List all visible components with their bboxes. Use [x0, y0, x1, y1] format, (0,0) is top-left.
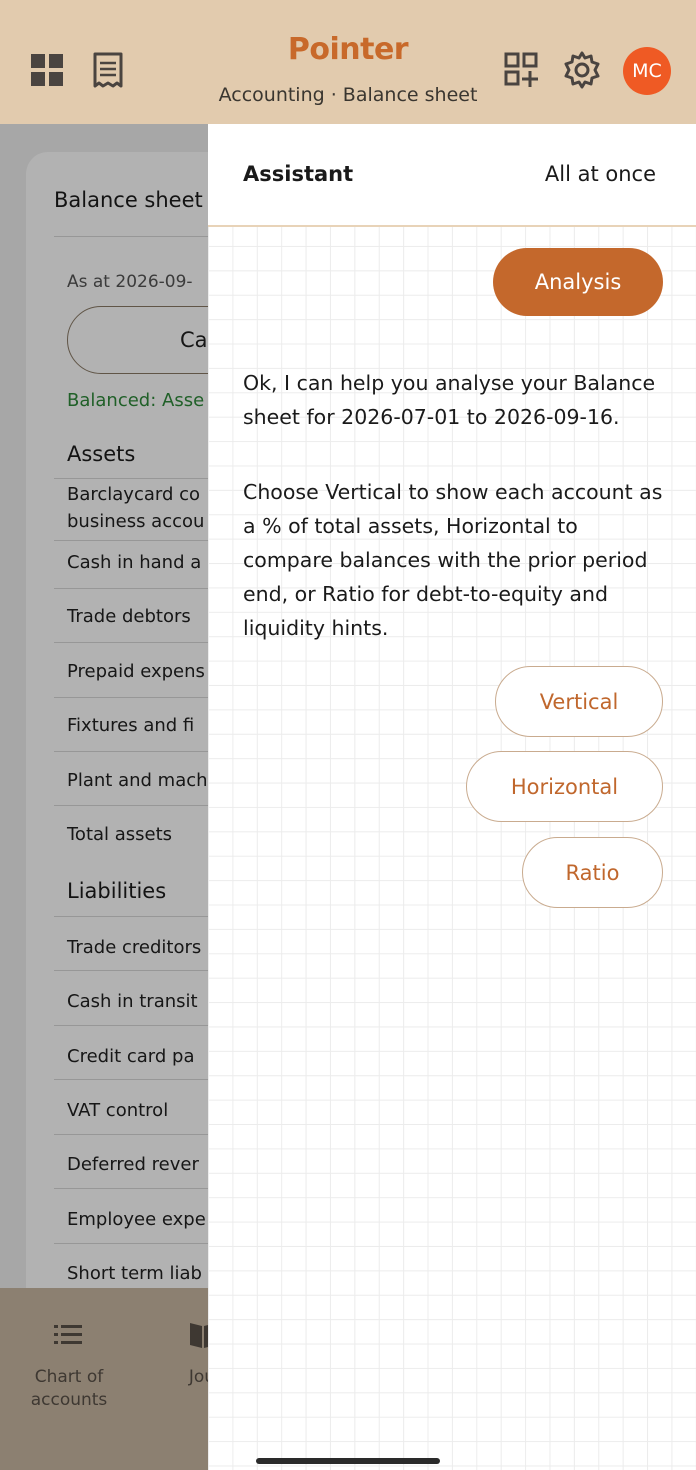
app-header: Pointer Accounting · Balance sheet MC — [0, 0, 696, 124]
receipt-icon[interactable] — [88, 50, 128, 90]
home-indicator — [256, 1458, 440, 1464]
gear-icon[interactable] — [562, 50, 602, 90]
assistant-header: Assistant All at once — [208, 124, 696, 227]
vertical-option-button[interactable]: Vertical — [495, 666, 663, 737]
mode-toggle[interactable]: All at once — [545, 162, 656, 186]
qr-add-icon[interactable] — [502, 50, 542, 90]
avatar[interactable]: MC — [623, 47, 671, 95]
assistant-title: Assistant — [243, 162, 354, 186]
assistant-message: Choose Vertical to show each account as … — [243, 480, 663, 640]
dashboard-icon[interactable] — [27, 50, 67, 90]
ratio-option-button[interactable]: Ratio — [522, 837, 663, 908]
assistant-message: Ok, I can help you analyse your Balance … — [243, 371, 656, 429]
page-subtitle: Accounting · Balance sheet — [218, 84, 478, 106]
brand-logo: Pointer — [287, 32, 409, 67]
horizontal-option-button[interactable]: Horizontal — [466, 751, 663, 822]
assistant-drawer: Assistant All at once Analysis Ok, I can… — [208, 124, 696, 1470]
analysis-chip[interactable]: Analysis — [493, 248, 663, 316]
